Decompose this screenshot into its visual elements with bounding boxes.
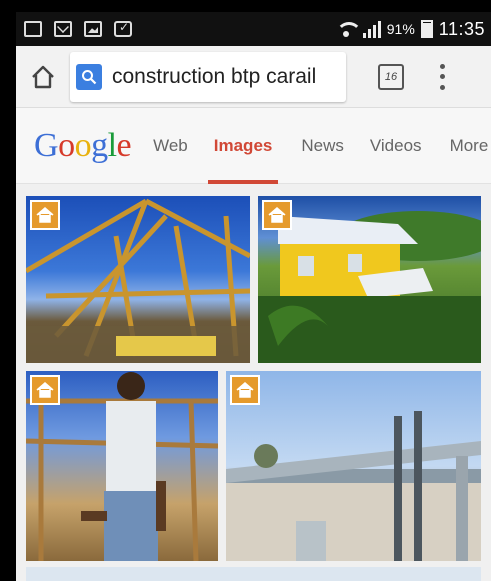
google-logo[interactable]: Google [34,127,132,165]
image-icon [84,21,102,37]
menu-dot-icon [439,74,445,79]
tab-images[interactable]: Images [207,108,278,184]
worker-photo-image[interactable] [26,371,218,561]
wifi-icon [335,20,362,38]
system-indicators: 91% 11:35 [335,19,491,40]
home-badge-icon [30,375,60,405]
battery-percent: 91% [386,21,415,37]
status-bar: 91% 11:35 [16,12,491,46]
home-badge-icon [262,200,292,230]
home-button[interactable] [16,46,70,108]
tab-switcher-button[interactable]: 16 [378,63,404,90]
tab-web[interactable]: Web [153,108,188,184]
battery-icon [420,20,433,38]
tab-videos[interactable]: Videos [370,108,422,184]
yellow-house-image[interactable] [258,196,481,363]
search-icon [76,63,102,90]
menu-dot-icon [439,84,445,90]
photo-notification-icon [24,21,42,37]
search-query[interactable]: construction btp carail [112,65,316,89]
next-row-image-partial[interactable] [26,567,481,581]
browser-frame: 91% 11:35 construction btp carail 16 [16,12,491,581]
tab-more[interactable]: More [450,108,489,184]
search-type-nav: Google Web Images News Videos More [16,108,491,184]
menu-dot-icon [439,63,445,69]
address-bar[interactable]: construction btp carail [70,51,346,102]
roof-frame-image[interactable] [26,196,250,363]
mail-icon [54,21,72,37]
clock: 11:35 [438,18,485,39]
notification-icons [16,20,132,37]
clipboard-check-icon [114,20,132,37]
home-badge-icon [30,200,60,230]
home-badge-icon [230,375,260,405]
signal-icon [362,20,381,38]
tab-news[interactable]: News [301,108,344,184]
overflow-menu-button[interactable] [436,63,448,90]
home-icon [32,65,54,88]
browser-toolbar: construction btp carail 16 [16,46,491,108]
building-roof-pipes-image[interactable] [226,371,481,561]
building-graphic [226,411,481,561]
image-results-grid [16,184,491,581]
